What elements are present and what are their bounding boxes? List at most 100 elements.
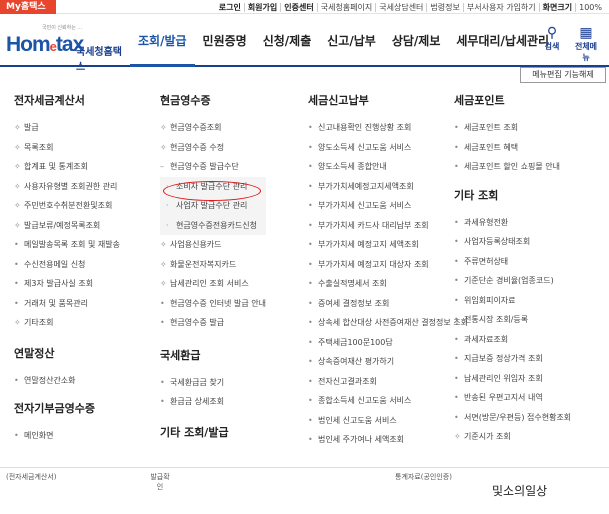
menu-item-label: 메인화면 (24, 431, 54, 440)
menu-item[interactable]: • 전통시장 조회/등록 (454, 310, 571, 330)
top-link[interactable]: 로그인 (216, 3, 244, 12)
menu-item[interactable]: ✧ 납세관리인 조회 서비스 (160, 274, 266, 294)
menu-item[interactable]: • 주류면허상태 (454, 252, 571, 272)
search-label: 검색 (544, 42, 560, 51)
search-button[interactable]: ⚲ 검색 (538, 25, 566, 52)
menu-item[interactable]: • 주택세금100문100답 (308, 333, 468, 353)
menu-item[interactable]: • 납세관리인 위임자 조회 (454, 369, 571, 389)
bullet-icon: • (308, 357, 313, 366)
watermark: 및소의일상 (492, 484, 548, 498)
top-link[interactable]: 법령정보 (426, 2, 462, 12)
menu-item-label: 발급보류/예정목록조회 (24, 220, 101, 230)
menu-item-label: 부가가치세 카드사 대리납부 조회 (318, 220, 429, 230)
top-link[interactable]: 회원가입 (243, 2, 280, 12)
hometax-logo[interactable]: 국민이 신뢰하는 ... Hometax 국세청홈택스 (6, 23, 122, 73)
top-link[interactable]: 국세청홈페이지 (316, 2, 376, 12)
main-menu-item[interactable]: 신고/납부 (319, 15, 384, 67)
menu-item[interactable]: ✧ 합계표 및 통계조회 (14, 157, 120, 177)
menu-item-label: 부가가치세 예정고지 대상자 조회 (318, 259, 429, 269)
bullet-icon: • (454, 142, 459, 152)
bullet-icon: · (166, 201, 169, 210)
menu-item[interactable]: ✧ 주민번호수취분전환및조회 (14, 196, 120, 216)
menu-edit-button[interactable]: 메뉴편집 기능해제 (520, 67, 606, 83)
menu-item[interactable]: • 제3자 발급사실 조회 (14, 274, 120, 294)
menu-item[interactable]: • 수출실적명세서 조회 (308, 274, 468, 294)
my-hometax-tab[interactable]: My홈택스 (0, 0, 56, 14)
menu-item[interactable]: • 과세자료조회 (454, 330, 571, 350)
menu-item[interactable]: • 메일발송목록 조회 및 재발송 (14, 235, 120, 255)
menu-item[interactable]: • 과세유형전환 (454, 213, 571, 233)
main-menu-item[interactable]: 신청/제출 (255, 15, 320, 67)
bullet-icon: • (14, 298, 19, 308)
menu-item[interactable]: • 신고내용확인 진행상황 조회 (308, 118, 468, 138)
menu-item[interactable]: • 법인세 주가여나 세액조회 (308, 430, 468, 450)
menu-item[interactable]: • 부가가치세예정고지세액조회 (308, 177, 468, 197)
bullet-icon: • (454, 217, 459, 227)
menu-item[interactable]: • 기준단순 경비율(업종코드) (454, 271, 571, 291)
menu-item[interactable]: • 증여세 결정정보 조회 (308, 294, 468, 314)
menu-item[interactable]: • 종합소득세 신고도움 서비스 (308, 391, 468, 411)
menu-item[interactable]: • 법인세 신고도움 서비스 (308, 411, 468, 431)
menu-item[interactable]: • 지급보증 정상가격 조회 (454, 349, 571, 369)
top-link[interactable]: 인증센터 (280, 2, 316, 12)
menu-item[interactable]: • 전자신고결과조회 (308, 372, 468, 392)
main-menu: 조회/발급 민원증명 신청/제출 신고/납부 상담/제보 세무대리/납세관리 (130, 15, 557, 67)
menu-item-label: 수신전용메일 신청 (24, 259, 86, 269)
menu-item-label: 사업자 발급수단 관리 (176, 201, 248, 210)
menu-item[interactable]: ✧ 사업용신용카드 (160, 235, 266, 255)
menu-item[interactable]: ✧ 발급 (14, 118, 120, 138)
top-link[interactable]: 국세상담센터 (375, 2, 426, 12)
menu-item[interactable]: – 현금영수증 발급수단 (160, 157, 266, 177)
menu-item-label: 종합소득세 신고도움 서비스 (318, 396, 412, 405)
bullet-icon: • (14, 279, 19, 288)
menu-item[interactable]: • 위임회피이자료 (454, 291, 571, 311)
top-link[interactable]: 화면크기 (538, 2, 575, 12)
bullet-icon: • (308, 376, 313, 386)
menu-item[interactable]: ✧ 화물운전자복지카드 (160, 255, 266, 275)
menu-item[interactable]: ✧ 현금영수증조회 (160, 118, 266, 138)
menu-item[interactable]: • 상속증여재산 평가하기 (308, 352, 468, 372)
menu-item[interactable]: • 세금포인트 조회 (454, 118, 571, 138)
menu-item[interactable]: • 반송된 우편고지서 내역 (454, 388, 571, 408)
menu-item[interactable]: • 현금영수증 인터넷 발급 안내 (160, 294, 266, 314)
menu-item[interactable]: • 부가가치세 카드사 대리납부 조회 (308, 216, 468, 236)
menu-item-label: 과세유형전환 (464, 217, 509, 227)
menu-item[interactable]: • 부가가치세 예정고지 대상자 조회 (308, 255, 468, 275)
menu-item-label: 제3자 발급사실 조회 (24, 279, 94, 288)
menu-item[interactable]: • 거래처 및 품목관리 (14, 294, 120, 314)
menu-item[interactable]: ✧ 현금영수증 수정 (160, 138, 266, 158)
all-menu-button[interactable]: ▦ 전체메뉴 (572, 25, 600, 63)
top-link[interactable]: 100% (575, 2, 605, 12)
menu-item[interactable]: ✧ 발급보류/예정목록조회 (14, 216, 120, 236)
menu-item[interactable]: • 국세환급금 찾기 (160, 373, 266, 393)
main-menu-item[interactable]: 민원증명 (195, 15, 255, 67)
main-menu-item[interactable]: 조회/발급 (130, 15, 195, 67)
search-icon: ⚲ (546, 25, 558, 41)
menu-item[interactable]: ✧ 기타조회 (14, 313, 120, 333)
menu-item[interactable]: ✧ 사용자유형별 조회권한 관리 (14, 177, 120, 197)
menu-item[interactable]: • 세금포인트 할인 쇼핑몰 안내 (454, 157, 571, 177)
menu-item[interactable]: • 세금포인트 혜택 (454, 138, 571, 158)
menu-item[interactable]: • 상속세 합산대상 사전증여재산 결정정보 조회 (308, 313, 468, 333)
menu-item[interactable]: • 부가가치세 신고도움 서비스 (308, 196, 468, 216)
menu-item[interactable]: • 양도소득세 신고도움 서비스 (308, 138, 468, 158)
menu-item[interactable]: · 현금영수증전용카드신청 (160, 215, 266, 235)
bullet-icon: • (308, 201, 313, 210)
menu-item[interactable]: ✧ 기준시가 조회 (454, 427, 571, 447)
bullet-icon: • (308, 318, 313, 327)
menu-item[interactable]: • 서면(방문/우편등) 접수현황조회 (454, 408, 571, 428)
bullet-icon: • (308, 162, 313, 171)
menu-item[interactable]: • 연말정산간소화 (14, 371, 120, 391)
menu-item[interactable]: • 현금영수증 발급 (160, 313, 266, 333)
bullet-icon: • (160, 298, 165, 308)
menu-item[interactable]: • 수신전용메일 신청 (14, 255, 120, 275)
menu-item[interactable]: ✧ 목록조회 (14, 138, 120, 158)
menu-item[interactable]: • 부가가치세 예정고지 세액조회 (308, 235, 468, 255)
menu-item[interactable]: • 메인화면 (14, 426, 120, 446)
menu-item[interactable]: • 양도소득세 종합안내 (308, 157, 468, 177)
menu-item[interactable]: • 사업자등록상태조회 (454, 232, 571, 252)
top-link[interactable]: 부서사용자 가입하기 (462, 2, 539, 12)
menu-item-label: 기준시가 조회 (464, 432, 511, 441)
main-menu-item[interactable]: 상담/제보 (384, 15, 449, 67)
menu-item[interactable]: • 환급금 상세조회 (160, 392, 266, 412)
